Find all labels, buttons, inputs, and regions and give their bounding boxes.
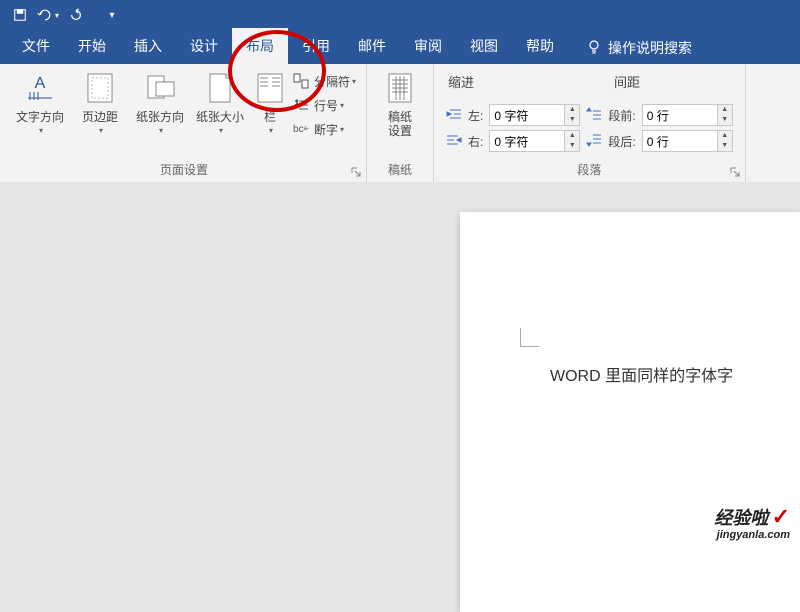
spin-down-icon[interactable]: ▼ [565, 141, 579, 151]
title-bar: ▾ ▾ [0, 0, 800, 30]
margins-icon [84, 72, 116, 104]
customize-qat-icon[interactable]: ▾ [100, 3, 124, 27]
undo-icon[interactable]: ▾ [36, 3, 60, 27]
hyphenation-label: 断字 [314, 121, 338, 138]
manuscript-icon [384, 72, 416, 104]
paragraph-launcher-icon[interactable] [729, 166, 741, 178]
margins-button[interactable]: 页边距▾ [70, 68, 130, 142]
spacing-after-icon [586, 133, 602, 150]
tab-bar: 文件 开始 插入 设计 布局 引用 邮件 审阅 视图 帮助 操作说明搜索 [0, 30, 800, 64]
text-direction-button[interactable]: A 文字方向▾ [10, 68, 70, 142]
breaks-button[interactable]: 分隔符▾ [292, 72, 356, 90]
columns-button[interactable]: 栏▾ [250, 68, 290, 142]
tab-file[interactable]: 文件 [8, 28, 64, 64]
text-direction-label: 文字方向 [16, 110, 64, 124]
ribbon: A 文字方向▾ 页边距▾ 纸张方向▾ 纸张大小▾ 栏▾ [0, 64, 800, 183]
spacing-after-input[interactable] [642, 130, 718, 152]
columns-icon [254, 72, 286, 104]
spin-down-icon[interactable]: ▼ [565, 115, 579, 125]
lightbulb-icon [586, 39, 602, 58]
watermark-brand: 经验啦 [714, 508, 768, 528]
spin-down-icon[interactable]: ▼ [718, 141, 732, 151]
group-paragraph-label: 段落 [442, 161, 737, 180]
margin-corner-mark [520, 328, 539, 347]
indent-left-label: 左: [468, 107, 483, 124]
check-icon: ✓ [772, 504, 790, 529]
group-page-setup-label: 页面设置 [10, 161, 358, 180]
orientation-icon [144, 72, 176, 104]
size-label: 纸张大小 [196, 110, 244, 124]
group-manuscript-label: 稿纸 [375, 161, 425, 180]
indent-header: 缩进 [448, 70, 474, 93]
indent-left-input[interactable] [489, 104, 565, 126]
line-numbers-label: 行号 [314, 97, 338, 114]
redo-icon[interactable] [64, 3, 88, 27]
indent-right-field[interactable]: ▲▼ [489, 130, 580, 152]
manuscript-label: 稿纸 设置 [388, 110, 412, 138]
text-direction-icon: A [24, 72, 56, 104]
breaks-label: 分隔符 [314, 73, 350, 90]
group-manuscript: 稿纸 设置 稿纸 [367, 64, 434, 182]
spin-up-icon[interactable]: ▲ [565, 131, 579, 141]
page-size-icon [204, 72, 236, 104]
spacing-before-icon [586, 107, 602, 124]
indent-left-field[interactable]: ▲▼ [489, 104, 580, 126]
indent-right-icon [446, 133, 462, 150]
spacing-before-label: 段前: [608, 107, 635, 124]
spin-up-icon[interactable]: ▲ [718, 105, 732, 115]
tab-review[interactable]: 审阅 [400, 28, 456, 64]
orientation-label: 纸张方向 [136, 110, 184, 124]
document-text[interactable]: WORD 里面同样的字体字 [550, 368, 733, 385]
tab-insert[interactable]: 插入 [120, 28, 176, 64]
tab-mail[interactable]: 邮件 [344, 28, 400, 64]
tell-me-search[interactable]: 操作说明搜索 [576, 32, 702, 64]
spacing-before-input[interactable] [642, 104, 718, 126]
watermark-url: jingyanla.com [717, 529, 790, 541]
spacing-header: 间距 [614, 70, 640, 93]
hyphenation-icon: bca- [292, 120, 310, 138]
tab-home[interactable]: 开始 [64, 28, 120, 64]
document-page[interactable]: WORD 里面同样的字体字 [460, 212, 800, 612]
spin-up-icon[interactable]: ▲ [565, 105, 579, 115]
columns-label: 栏 [264, 110, 276, 124]
tab-layout[interactable]: 布局 [232, 28, 288, 64]
breaks-icon [292, 72, 310, 90]
page-setup-launcher-icon[interactable] [350, 166, 362, 178]
tab-view[interactable]: 视图 [456, 28, 512, 64]
tab-design[interactable]: 设计 [176, 28, 232, 64]
tab-references[interactable]: 引用 [288, 28, 344, 64]
tell-me-label: 操作说明搜索 [608, 38, 692, 58]
margins-label: 页边距 [82, 110, 118, 124]
save-icon[interactable] [8, 3, 32, 27]
document-area[interactable]: WORD 里面同样的字体字 [0, 182, 800, 550]
spacing-after-label: 段后: [608, 133, 635, 150]
size-button[interactable]: 纸张大小▾ [190, 68, 250, 142]
svg-text:1: 1 [295, 100, 299, 107]
line-numbers-button[interactable]: 1 行号▾ [292, 96, 356, 114]
line-numbers-icon: 1 [292, 96, 310, 114]
hyphenation-button[interactable]: bca- 断字▾ [292, 120, 356, 138]
group-page-setup: A 文字方向▾ 页边距▾ 纸张方向▾ 纸张大小▾ 栏▾ [0, 64, 367, 182]
manuscript-button[interactable]: 稿纸 设置 [375, 68, 425, 142]
spacing-after-field[interactable]: ▲▼ [642, 130, 733, 152]
indent-right-input[interactable] [489, 130, 565, 152]
indent-left-icon [446, 107, 462, 124]
watermark: 经验啦 ✓ jingyanla.com [714, 510, 790, 542]
indent-right-label: 右: [468, 133, 483, 150]
spacing-before-field[interactable]: ▲▼ [642, 104, 733, 126]
orientation-button[interactable]: 纸张方向▾ [130, 68, 190, 142]
spin-up-icon[interactable]: ▲ [718, 131, 732, 141]
svg-text:A: A [35, 75, 46, 92]
tab-help[interactable]: 帮助 [512, 28, 568, 64]
spin-down-icon[interactable]: ▼ [718, 115, 732, 125]
group-paragraph: 缩进 间距 左: ▲▼ 段前: ▲▼ 右: ▲▼ 段后: ▲▼ 段落 [434, 64, 746, 182]
